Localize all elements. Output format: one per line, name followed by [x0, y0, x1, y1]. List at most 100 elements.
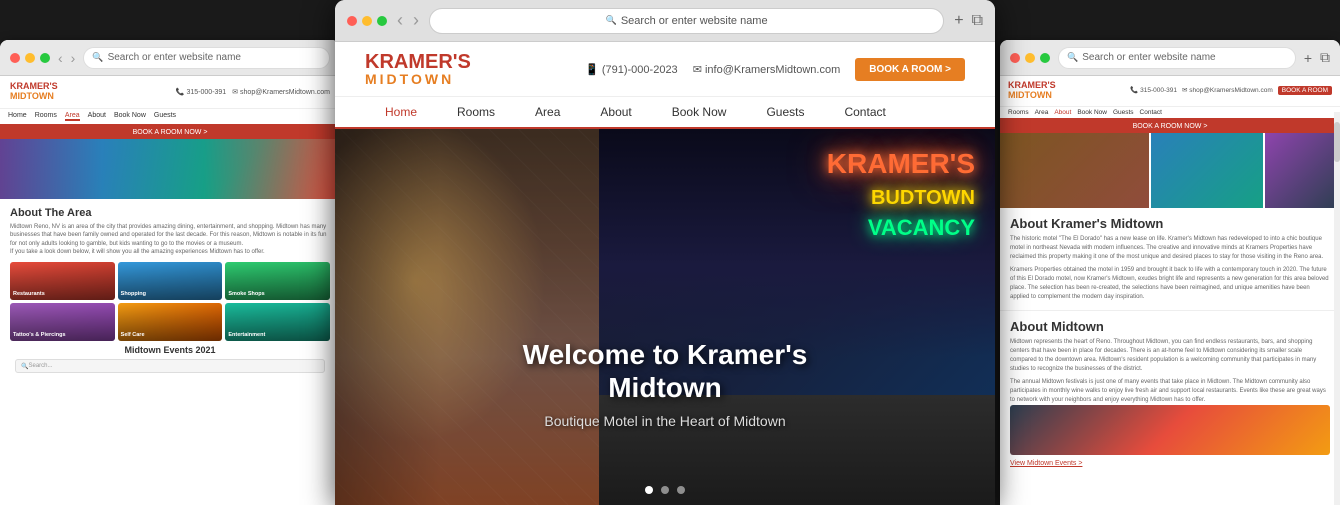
- hero-dots: [645, 486, 685, 494]
- list-item[interactable]: Smoke Shops: [225, 262, 330, 300]
- right-about-midtown: About Midtown Midtown represents the hea…: [1000, 310, 1340, 475]
- list-item[interactable]: Entertainment: [225, 303, 330, 341]
- hero-text: Welcome to Kramer's Midtown Boutique Mot…: [500, 338, 830, 429]
- browser-right: 🔍 Search or enter website name + ⧉ KRAME…: [1000, 40, 1340, 505]
- left-search-box[interactable]: 🔍 Search...: [15, 359, 325, 373]
- center-forward-button[interactable]: ›: [413, 10, 419, 31]
- left-site-content: KRAMER'SMIDTOWN 📞 315-000-391 ✉ shop@Kra…: [0, 76, 340, 505]
- left-about-section: About The Area Midtown Reno, NV is an ar…: [0, 199, 340, 382]
- left-maximize-button[interactable]: [40, 53, 50, 63]
- center-nav-booknow[interactable]: Book Now: [652, 97, 747, 129]
- right-hero-img-3: [1265, 133, 1340, 208]
- right-address-bar[interactable]: 🔍 Search or enter website name: [1058, 47, 1296, 69]
- left-events-title: Midtown Events 2021: [10, 345, 330, 355]
- center-nav-contact[interactable]: Contact: [824, 97, 905, 129]
- center-nav-area[interactable]: Area: [515, 97, 580, 129]
- center-minimize-button[interactable]: [362, 16, 372, 26]
- right-tab-grid-button[interactable]: ⧉: [1320, 49, 1330, 66]
- left-address-bar[interactable]: 🔍 Search or enter website name: [83, 47, 330, 69]
- list-item[interactable]: Shopping: [118, 262, 223, 300]
- neon-sign: KRAMER'S BUDTOWN VACANCY: [827, 149, 975, 241]
- right-scrollbar[interactable]: [1334, 112, 1340, 505]
- right-book-banner[interactable]: BOOK A ROOM NOW >: [1000, 120, 1340, 133]
- left-forward-button[interactable]: ›: [71, 50, 76, 66]
- center-traffic-lights: [347, 16, 387, 26]
- right-about-midtown-text: Midtown represents the heart of Reno. Th…: [1010, 338, 1330, 374]
- mail-icon: ✉: [693, 64, 702, 76]
- left-logo: KRAMER'SMIDTOWN: [10, 82, 58, 102]
- right-site-header: KRAMER'SMIDTOWN 📞 315-000-391 ✉ shop@Kra…: [1000, 76, 1340, 107]
- right-view-midtown-link[interactable]: View Midtown Events >: [1010, 460, 1330, 467]
- browser-left: ‹ › 🔍 Search or enter website name KRAME…: [0, 40, 340, 505]
- phone-icon: 📱: [585, 64, 599, 76]
- hero-title: Welcome to Kramer's Midtown: [500, 338, 830, 405]
- center-logo: KRAMER'S MIDTOWN: [365, 52, 471, 86]
- left-about-text: Midtown Reno, NV is an area of the city …: [10, 223, 330, 257]
- center-book-button[interactable]: BOOK A ROOM >: [855, 58, 965, 81]
- left-about-title: About The Area: [10, 207, 330, 219]
- right-book-btn-small[interactable]: BOOK A ROOM: [1278, 86, 1332, 95]
- right-about-midtown-text2: The annual Midtown festivals is just one…: [1010, 378, 1330, 405]
- right-search-icon: 🔍: [1067, 52, 1078, 63]
- center-nav: Home Rooms Area About Book Now Guests Co…: [335, 97, 995, 129]
- left-contact: 📞 315-000-391 ✉ shop@KramersMidtown.com: [176, 88, 330, 96]
- center-nav-guests[interactable]: Guests: [746, 97, 824, 129]
- hero-dot-3[interactable]: [677, 486, 685, 494]
- center-chrome-bar: ‹ › 🔍 Search or enter website name + ⧉: [335, 0, 995, 42]
- center-add-tab-button[interactable]: +: [954, 12, 963, 30]
- left-book-banner[interactable]: BOOK A ROOM NOW >: [0, 126, 340, 139]
- center-search-icon: 🔍: [606, 15, 617, 26]
- right-hero-img-2: [1151, 133, 1263, 208]
- hero-right-panel: KRAMER'S BUDTOWN VACANCY: [599, 129, 995, 505]
- left-grid-row2: Tattoo's & Piercings Self Care Entertain…: [10, 303, 330, 341]
- right-site-content: KRAMER'SMIDTOWN 📞 315-000-391 ✉ shop@Kra…: [1000, 76, 1340, 505]
- right-about-kramers-title: About Kramer's Midtown: [1010, 216, 1330, 231]
- right-contact: 📞 315-000-391 ✉ shop@KramersMidtown.com …: [1130, 86, 1332, 95]
- hero-dot-1[interactable]: [645, 486, 653, 494]
- right-midtown-image: [1010, 405, 1330, 455]
- left-chrome-bar: ‹ › 🔍 Search or enter website name: [0, 40, 340, 76]
- right-about-kramers-text: The historic motel "The El Dorado" has a…: [1010, 235, 1330, 262]
- center-tab-icons: + ⧉: [954, 12, 983, 30]
- list-item[interactable]: Tattoo's & Piercings: [10, 303, 115, 341]
- center-maximize-button[interactable]: [377, 16, 387, 26]
- left-minimize-button[interactable]: [25, 53, 35, 63]
- right-minimize-button[interactable]: [1025, 53, 1035, 63]
- right-logo: KRAMER'SMIDTOWN: [1008, 81, 1056, 101]
- hero-background: KRAMER'S BUDTOWN VACANCY: [335, 129, 995, 505]
- center-back-button[interactable]: ‹: [397, 10, 403, 31]
- center-nav-home[interactable]: Home: [365, 97, 437, 129]
- right-traffic-lights: [1010, 53, 1050, 63]
- list-item[interactable]: Self Care: [118, 303, 223, 341]
- right-about-kramers: About Kramer's Midtown The historic mote…: [1000, 208, 1340, 310]
- center-nav-about[interactable]: About: [580, 97, 651, 129]
- hero-room-image: [335, 129, 599, 505]
- left-back-button[interactable]: ‹: [58, 50, 63, 66]
- left-grid: Restaurants Shopping Smoke Shops: [10, 262, 330, 300]
- list-item[interactable]: Restaurants: [10, 262, 115, 300]
- right-maximize-button[interactable]: [1040, 53, 1050, 63]
- center-site-header: KRAMER'S MIDTOWN 📱 (791)-000-2023 ✉ info…: [335, 42, 995, 97]
- center-hero: KRAMER'S BUDTOWN VACANCY Welcome to Kram…: [335, 129, 995, 505]
- right-hero-images: [1000, 133, 1340, 208]
- right-about-midtown-title: About Midtown: [1010, 319, 1330, 334]
- center-address-bar[interactable]: 🔍 Search or enter website name: [429, 8, 944, 34]
- right-close-button[interactable]: [1010, 53, 1020, 63]
- left-nav-bar: Home Rooms Area About Book Now Guests: [0, 109, 340, 126]
- right-chrome-bar: 🔍 Search or enter website name + ⧉: [1000, 40, 1340, 76]
- hero-subtitle: Boutique Motel in the Heart of Midtown: [500, 413, 830, 429]
- right-hero-img-1: [1000, 133, 1149, 208]
- left-close-button[interactable]: [10, 53, 20, 63]
- left-traffic-lights: [10, 53, 50, 63]
- left-hero-image: [0, 139, 340, 199]
- center-contact-info: 📱 (791)-000-2023 ✉ info@KramersMidtown.c…: [585, 58, 965, 81]
- hero-dot-2[interactable]: [661, 486, 669, 494]
- center-close-button[interactable]: [347, 16, 357, 26]
- center-nav-rooms[interactable]: Rooms: [437, 97, 515, 129]
- center-tab-grid-button[interactable]: ⧉: [972, 12, 983, 30]
- right-add-tab-button[interactable]: +: [1304, 50, 1312, 66]
- right-about-kramers-text2: Kramers Properties obtained the motel in…: [1010, 266, 1330, 302]
- right-scrollbar-thumb[interactable]: [1334, 122, 1340, 162]
- hero-left-panel: [335, 129, 599, 505]
- left-site-header: KRAMER'SMIDTOWN 📞 315-000-391 ✉ shop@Kra…: [0, 76, 340, 109]
